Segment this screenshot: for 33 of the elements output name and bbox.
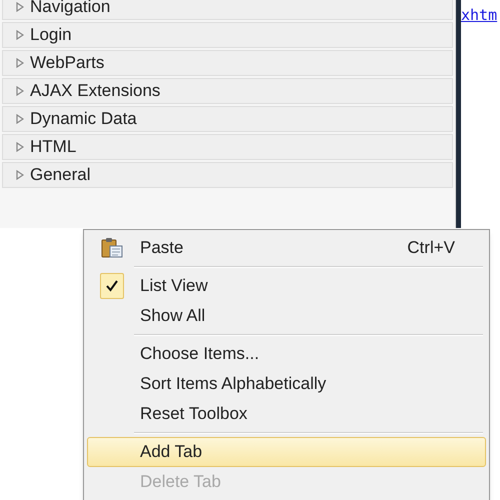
markup-text: xhtm xyxy=(461,6,498,24)
menu-item[interactable]: Reset Toolbox xyxy=(87,399,486,429)
menu-item-label: Show All xyxy=(139,305,206,328)
menu-item-label: Delete Tab xyxy=(139,471,222,494)
menu-item-label: Choose Items... xyxy=(139,343,260,366)
menu-item-label: List View xyxy=(139,275,209,298)
menu-item[interactable]: Paste Ctrl+V xyxy=(87,233,486,263)
menu-item[interactable]: Sort Items Alphabetically xyxy=(87,369,486,399)
expand-arrow-icon xyxy=(16,170,24,180)
menu-item[interactable]: Choose Items... xyxy=(87,339,486,369)
toolbox-tab[interactable]: AJAX Extensions xyxy=(2,78,453,104)
expand-arrow-icon xyxy=(16,2,24,12)
clipboard-icon xyxy=(100,237,124,259)
menu-item-label: Add Tab xyxy=(139,441,204,464)
menu-item-label: Paste xyxy=(139,237,184,260)
toolbox-tab[interactable]: General xyxy=(2,162,453,188)
toolbox-tab[interactable]: Navigation xyxy=(2,0,453,20)
checkmark-icon xyxy=(106,280,118,292)
expand-arrow-icon xyxy=(16,114,24,124)
toolbox-tab[interactable]: HTML xyxy=(2,134,453,160)
menu-item[interactable]: Add Tab xyxy=(87,437,486,467)
menu-item[interactable]: List View xyxy=(87,271,486,301)
menu-item-label: Reset Toolbox xyxy=(139,403,248,426)
toolbox-tab[interactable]: WebParts xyxy=(2,50,453,76)
shortcut-text: Ctrl+V xyxy=(407,237,456,260)
expand-arrow-icon xyxy=(16,86,24,96)
menu-item-label: Sort Items Alphabetically xyxy=(139,373,328,396)
expand-arrow-icon xyxy=(16,30,24,40)
toolbox-tab[interactable]: Login xyxy=(2,22,453,48)
menu-item[interactable]: Show All xyxy=(87,301,486,331)
toolbox-tab[interactable]: Dynamic Data xyxy=(2,106,453,132)
expand-arrow-icon xyxy=(16,142,24,152)
expand-arrow-icon xyxy=(16,58,24,68)
